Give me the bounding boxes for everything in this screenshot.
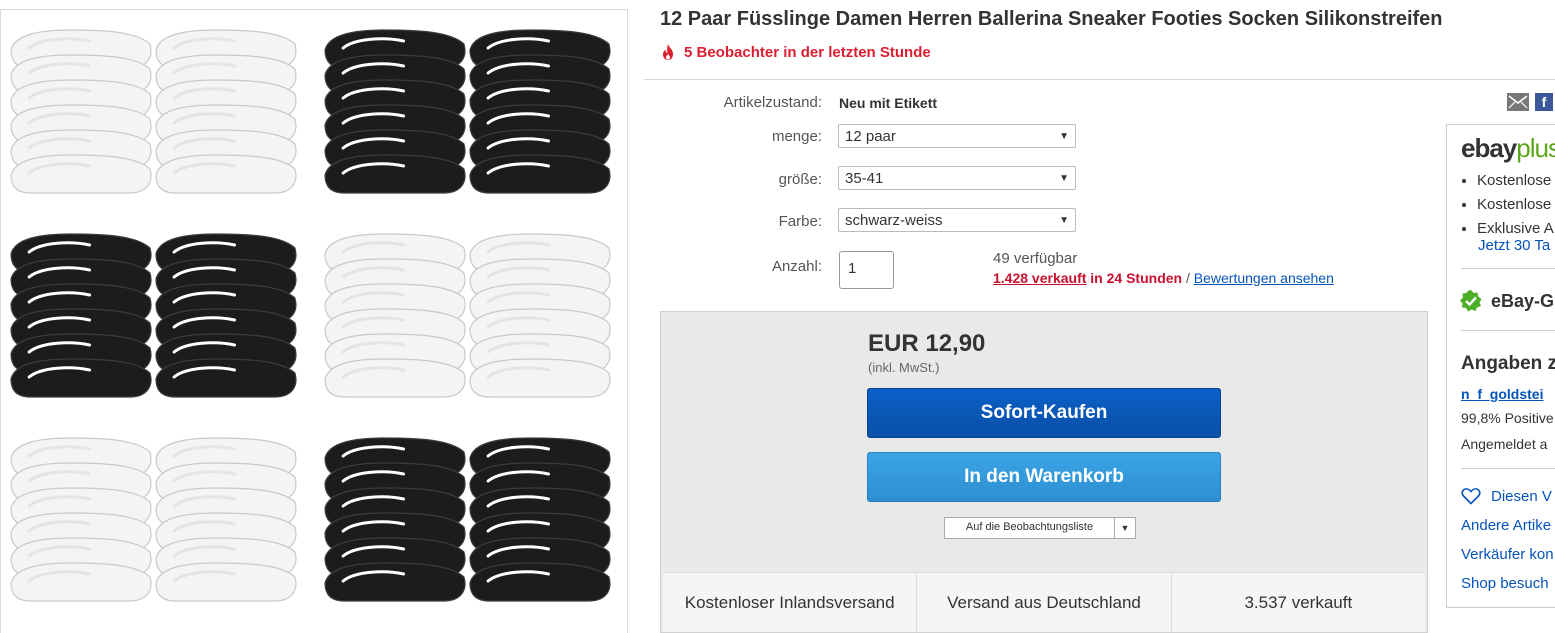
watchers-text: 5 Beobachter in der letzten Stunde — [684, 43, 931, 61]
chevron-down-icon[interactable]: ▼ — [1115, 518, 1135, 538]
title-divider — [644, 79, 1555, 80]
watchlist-label[interactable]: Auf die Beobachtungsliste — [945, 518, 1115, 538]
other-items-link[interactable]: Andere Artike — [1461, 517, 1551, 534]
guarantee-badge-icon — [1460, 290, 1482, 312]
rail-divider — [1461, 268, 1555, 269]
sold-count-link[interactable]: 1.428 verkauft — [993, 270, 1086, 286]
share-icons: f — [1507, 93, 1553, 111]
ebay-plus-logo: ebayplus — [1461, 133, 1555, 163]
sock-shape — [324, 154, 466, 194]
watchers-notice: 5 Beobachter in der letzten Stunde — [660, 43, 931, 61]
groesse-select[interactable]: 35-41 ▼ — [838, 166, 1076, 190]
sock-shape — [324, 562, 466, 602]
buy-now-button[interactable]: Sofort-Kaufen — [867, 388, 1221, 438]
ebay-guarantee: eBay-G — [1459, 289, 1554, 313]
sock-shape — [155, 154, 297, 194]
heart-icon[interactable] — [1461, 487, 1481, 505]
groesse-label: größe: — [778, 171, 822, 188]
plus-benefits-list: Kostenlose Kostenlose Exklusive A — [1461, 169, 1554, 241]
quantity-input[interactable]: 1 — [839, 251, 894, 289]
sock-shape — [10, 358, 152, 398]
right-rail: ebayplus Kostenlose Kostenlose Exklusive… — [1446, 124, 1555, 608]
sock-shape — [324, 358, 466, 398]
sock-shape — [10, 562, 152, 602]
sock-shape — [155, 562, 297, 602]
black-socks-pack — [321, 24, 623, 216]
menge-value: 12 paar — [845, 127, 896, 145]
sock-shape — [10, 154, 152, 194]
anzahl-label: Anzahl: — [771, 258, 822, 275]
facebook-share-icon[interactable]: f — [1535, 93, 1553, 111]
groesse-value: 35-41 — [845, 169, 884, 187]
add-to-cart-button[interactable]: In den Warenkorb — [867, 452, 1221, 502]
total-sold: 3.537 verkauft — [1171, 573, 1425, 632]
sold-period: in 24 Stunden — [1086, 270, 1183, 286]
white-socks-pack — [7, 432, 309, 624]
black-socks-pack — [321, 432, 623, 624]
condition-label: Artikelzustand: — [723, 94, 822, 111]
shipping-origin: Versand aus Deutschland — [917, 573, 1172, 632]
sock-shape — [469, 358, 611, 398]
rail-divider — [1461, 330, 1555, 331]
sold-separator: / — [1182, 270, 1194, 286]
email-share-icon[interactable] — [1507, 93, 1529, 111]
watchlist-button[interactable]: Auf die Beobachtungsliste ▼ — [944, 517, 1136, 539]
contact-seller-link[interactable]: Verkäufer kon — [1461, 546, 1554, 563]
seller-feedback: 99,8% Positive — [1461, 410, 1554, 426]
fire-icon — [663, 44, 673, 60]
condition-value: Neu mit Etikett — [839, 95, 938, 111]
sold-info: 1.428 verkauft in 24 Stunden / Bewertung… — [993, 270, 1334, 286]
sock-shape — [469, 154, 611, 194]
reviews-link[interactable]: Bewertungen ansehen — [1194, 270, 1334, 286]
white-socks-pack — [7, 24, 309, 216]
seller-since: Angemeldet a — [1461, 436, 1548, 452]
seller-info-heading: Angaben z — [1461, 353, 1555, 374]
buy-box: EUR 12,90 (inkl. MwSt.) Sofort-Kaufen In… — [660, 311, 1428, 633]
sock-shape — [469, 562, 611, 602]
available-count: 49 verfügbar — [993, 250, 1078, 267]
plus-trial-link[interactable]: Jetzt 30 Ta — [1478, 237, 1550, 254]
product-image[interactable] — [7, 24, 623, 624]
farbe-select[interactable]: schwarz-weiss ▼ — [838, 208, 1076, 232]
seller-name-link[interactable]: n_f_goldstei — [1461, 386, 1543, 402]
shipping-free-domestic: Kostenloser Inlandsversand — [663, 573, 918, 632]
list-item: Kostenlose — [1477, 193, 1554, 217]
menge-select[interactable]: 12 paar ▼ — [838, 124, 1076, 148]
farbe-value: schwarz-weiss — [845, 211, 943, 229]
price: EUR 12,90 — [868, 330, 986, 357]
black-socks-pack — [7, 228, 309, 420]
white-socks-pack — [321, 228, 623, 420]
farbe-label: Farbe: — [778, 213, 822, 230]
list-item: Kostenlose — [1477, 169, 1554, 193]
guarantee-label: eBay-G — [1491, 290, 1555, 311]
rail-divider — [1461, 468, 1555, 469]
dropdown-arrow-icon: ▼ — [1059, 172, 1069, 184]
dropdown-arrow-icon: ▼ — [1059, 214, 1069, 226]
visit-shop-link[interactable]: Shop besuch — [1461, 575, 1549, 592]
sock-shape — [155, 358, 297, 398]
menge-label: menge: — [771, 128, 822, 145]
dropdown-arrow-icon: ▼ — [1059, 130, 1069, 142]
price-note: (inkl. MwSt.) — [868, 360, 940, 375]
save-seller-link[interactable]: Diesen V — [1461, 487, 1552, 505]
image-gallery[interactable] — [0, 9, 628, 633]
shipping-strip: Kostenloser Inlandsversand Versand aus D… — [663, 572, 1425, 632]
save-seller-label[interactable]: Diesen V — [1491, 488, 1552, 505]
listing-title: 12 Paar Füsslinge Damen Herren Ballerina… — [660, 8, 1443, 30]
